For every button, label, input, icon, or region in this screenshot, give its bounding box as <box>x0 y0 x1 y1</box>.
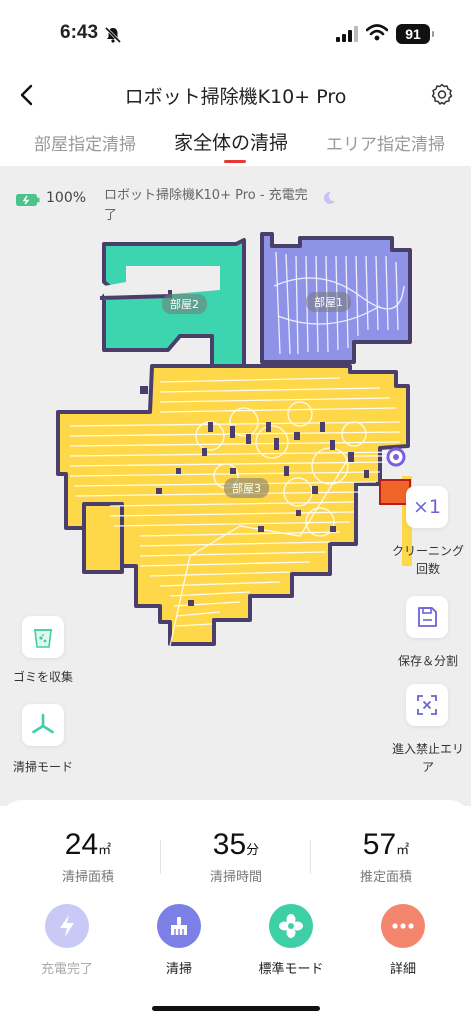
robot-info-row: 100% ロボット掃除機K10+ Pro - 充電完了 <box>16 186 456 226</box>
stat-unit: 分 <box>246 843 260 858</box>
tab-area-clean[interactable]: エリア指定清掃 <box>326 130 445 155</box>
stat-unit: ㎡ <box>396 843 410 858</box>
battery-charging-icon <box>16 194 40 206</box>
stat-label: 清掃時間 <box>209 870 262 885</box>
moon-icon[interactable] <box>322 191 336 205</box>
action-label: 標準モード <box>258 962 324 977</box>
battery-indicator: 91 <box>396 24 434 44</box>
details-button[interactable]: 詳細 <box>358 904 448 977</box>
room-label-1[interactable]: 部屋1 <box>306 292 351 312</box>
wifi-icon <box>366 24 388 41</box>
room-3-side-area <box>82 502 124 574</box>
settings-icon[interactable] <box>430 82 454 106</box>
lightning-icon <box>45 904 89 948</box>
brush-icon <box>157 904 201 948</box>
no-go-zone-button[interactable] <box>406 684 448 726</box>
standard-mode-button[interactable]: 標準モード <box>246 904 336 977</box>
cleaning-count-label: クリーニング回数 <box>392 544 465 576</box>
stat-unit: ㎡ <box>98 843 112 858</box>
stat-value: 57 <box>362 828 397 861</box>
cleaning-mode-label: 清掃モード <box>12 760 73 774</box>
room-label-2[interactable]: 部屋2 <box>162 294 207 314</box>
action-label: 清掃 <box>165 962 192 977</box>
charge-complete-button[interactable]: 充電完了 <box>22 904 112 977</box>
bell-muted-icon <box>104 26 122 44</box>
stat-divider <box>160 840 161 874</box>
tab-room-clean[interactable]: 部屋指定清掃 <box>34 130 136 155</box>
status-bar: 6:43 91 <box>0 0 471 70</box>
stat-cleaned-area: 24㎡ 清掃面積 <box>18 828 158 885</box>
tab-bar: 部屋指定清掃 家全体の清掃 エリア指定清掃 <box>0 122 471 166</box>
collect-dust-button[interactable] <box>22 616 64 658</box>
battery-percent: 100% <box>46 190 87 206</box>
stat-label: 推定面積 <box>359 870 412 885</box>
dustbin-icon <box>34 629 52 648</box>
clean-button[interactable]: 清掃 <box>134 904 224 977</box>
cleaning-count-button[interactable]: ×1 <box>406 486 448 528</box>
room-label-3[interactable]: 部屋3 <box>224 478 269 498</box>
action-label: 詳細 <box>389 962 416 977</box>
save-icon <box>418 607 437 627</box>
tab-active-indicator <box>224 160 246 163</box>
stat-value: 24 <box>64 828 99 861</box>
more-icon <box>381 904 425 948</box>
fan-icon <box>32 713 54 734</box>
no-go-zone-icon <box>417 695 437 715</box>
stat-label: 清掃面積 <box>61 870 114 885</box>
no-go-zone-label: 進入禁止エリア <box>391 742 464 774</box>
bottom-panel: 24㎡ 清掃面積 35分 清掃時間 57㎡ 推定面積 充電完了 清掃 標準モード… <box>0 800 471 1024</box>
map-area: 100% ロボット掃除機K10+ Pro - 充電完了 部屋2 部屋1 部屋3 … <box>0 166 471 806</box>
page-title: ロボット掃除機K10+ Pro <box>124 86 347 108</box>
stat-divider <box>310 840 311 874</box>
tab-whole-home-clean[interactable]: 家全体の清掃 <box>174 128 288 155</box>
signal-icon <box>336 26 358 42</box>
stat-value: 35 <box>212 828 247 861</box>
fan-mode-icon <box>269 904 313 948</box>
stat-estimated-area: 57㎡ 推定面積 <box>316 828 456 885</box>
header: ロボット掃除機K10+ Pro <box>0 70 471 120</box>
status-time: 6:43 <box>60 22 99 43</box>
save-split-label: 保存＆分割 <box>397 654 458 668</box>
robot-status: ロボット掃除機K10+ Pro - 充電完了 <box>104 188 308 223</box>
save-split-button[interactable] <box>406 596 448 638</box>
stat-cleaning-time: 35分 清掃時間 <box>166 828 306 885</box>
home-indicator[interactable] <box>152 1006 320 1011</box>
collect-dust-label: ゴミを収集 <box>12 670 73 684</box>
cleaning-mode-button[interactable] <box>22 704 64 746</box>
action-label: 充電完了 <box>40 962 93 977</box>
